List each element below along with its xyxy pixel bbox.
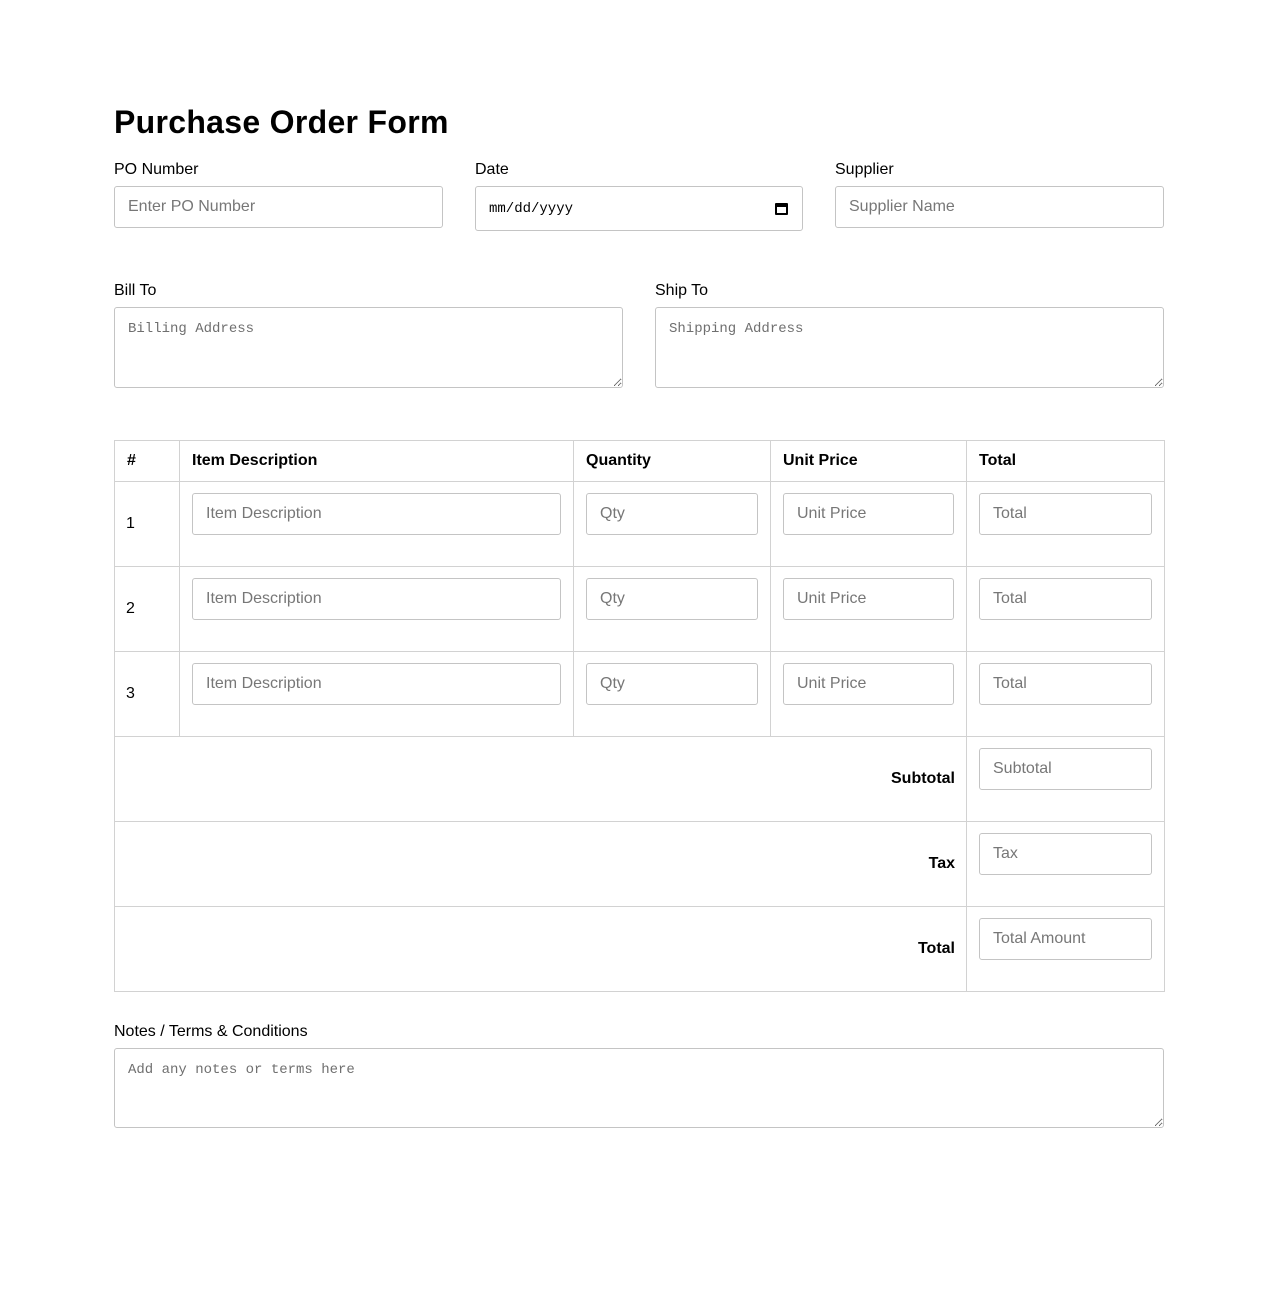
ship-to-textarea[interactable] [655, 307, 1164, 388]
supplier-label: Supplier [835, 161, 894, 178]
line-total-input[interactable] [979, 578, 1152, 620]
table-row: 1 [114, 481, 1165, 567]
notes-label: Notes / Terms & Conditions [114, 1023, 308, 1040]
item-description-input[interactable] [192, 663, 561, 705]
tax-input[interactable] [979, 833, 1152, 875]
table-row: 2 [114, 566, 1165, 652]
tax-label: Tax [114, 821, 967, 907]
date-label: Date [475, 161, 509, 178]
unit-price-input[interactable] [783, 663, 954, 705]
header-number: # [114, 440, 180, 482]
po-number-label: PO Number [114, 161, 199, 178]
total-amount-input[interactable] [979, 918, 1152, 960]
subtotal-row: Subtotal [114, 736, 1165, 822]
total-amount-label: Total [114, 906, 967, 992]
po-number-input[interactable] [114, 186, 443, 228]
page-title: Purchase Order Form [114, 104, 449, 140]
unit-price-input[interactable] [783, 578, 954, 620]
table-header-row: # Item Description Quantity Unit Price T… [114, 440, 1165, 482]
subtotal-input[interactable] [979, 748, 1152, 790]
header-quantity: Quantity [573, 440, 771, 482]
items-table: # Item Description Quantity Unit Price T… [114, 440, 1165, 992]
header-item-description: Item Description [179, 440, 574, 482]
calendar-icon[interactable] [775, 202, 788, 215]
line-total-input[interactable] [979, 663, 1152, 705]
line-total-input[interactable] [979, 493, 1152, 535]
item-description-input[interactable] [192, 493, 561, 535]
tax-row: Tax [114, 821, 1165, 907]
total-row: Total [114, 906, 1165, 992]
ship-to-label: Ship To [655, 282, 709, 299]
row-number: 3 [114, 651, 180, 737]
notes-textarea[interactable] [114, 1048, 1164, 1128]
quantity-input[interactable] [586, 493, 758, 535]
subtotal-label: Subtotal [114, 736, 967, 822]
row-number: 1 [114, 481, 180, 567]
row-number: 2 [114, 566, 180, 652]
item-description-input[interactable] [192, 578, 561, 620]
date-input[interactable]: mm/dd/yyyy [475, 186, 803, 231]
header-total: Total [966, 440, 1165, 482]
header-unit-price: Unit Price [770, 440, 967, 482]
table-row: 3 [114, 651, 1165, 737]
quantity-input[interactable] [586, 663, 758, 705]
bill-to-label: Bill To [114, 282, 157, 299]
supplier-input[interactable] [835, 186, 1164, 228]
date-value: mm/dd/yyyy [489, 200, 574, 217]
quantity-input[interactable] [586, 578, 758, 620]
unit-price-input[interactable] [783, 493, 954, 535]
bill-to-textarea[interactable] [114, 307, 623, 388]
